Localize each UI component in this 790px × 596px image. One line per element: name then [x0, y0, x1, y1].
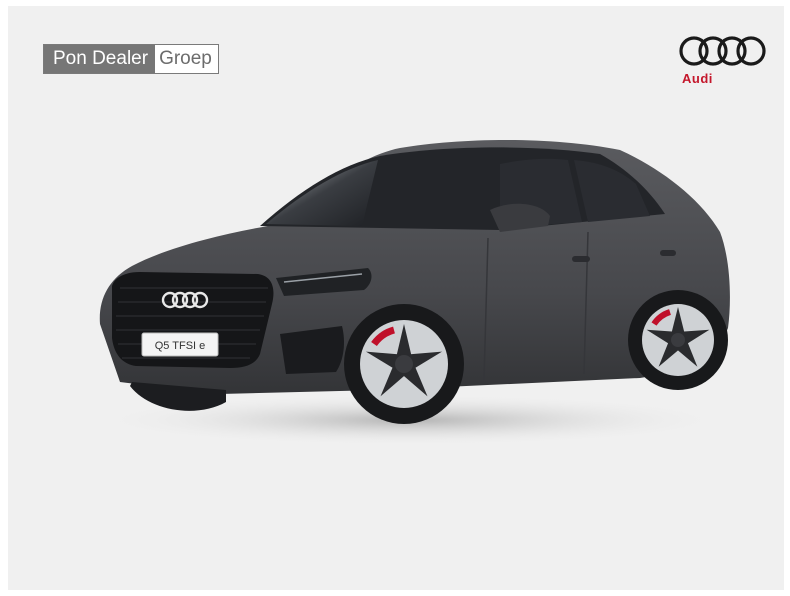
pon-dealer-groep-logo: Pon Dealer Groep [43, 44, 219, 74]
dealer-logo-part1: Pon Dealer [44, 45, 156, 73]
audi-rings-icon [676, 34, 768, 68]
image-frame: Pon Dealer Groep Audi Q5 TFSI e [8, 6, 784, 590]
car-image: Q5 TFSI e [80, 128, 740, 463]
license-plate-text: Q5 TFSI e [155, 340, 206, 352]
audi-wordmark: Audi [682, 71, 713, 86]
dealer-logo-part2: Groep [155, 45, 218, 73]
